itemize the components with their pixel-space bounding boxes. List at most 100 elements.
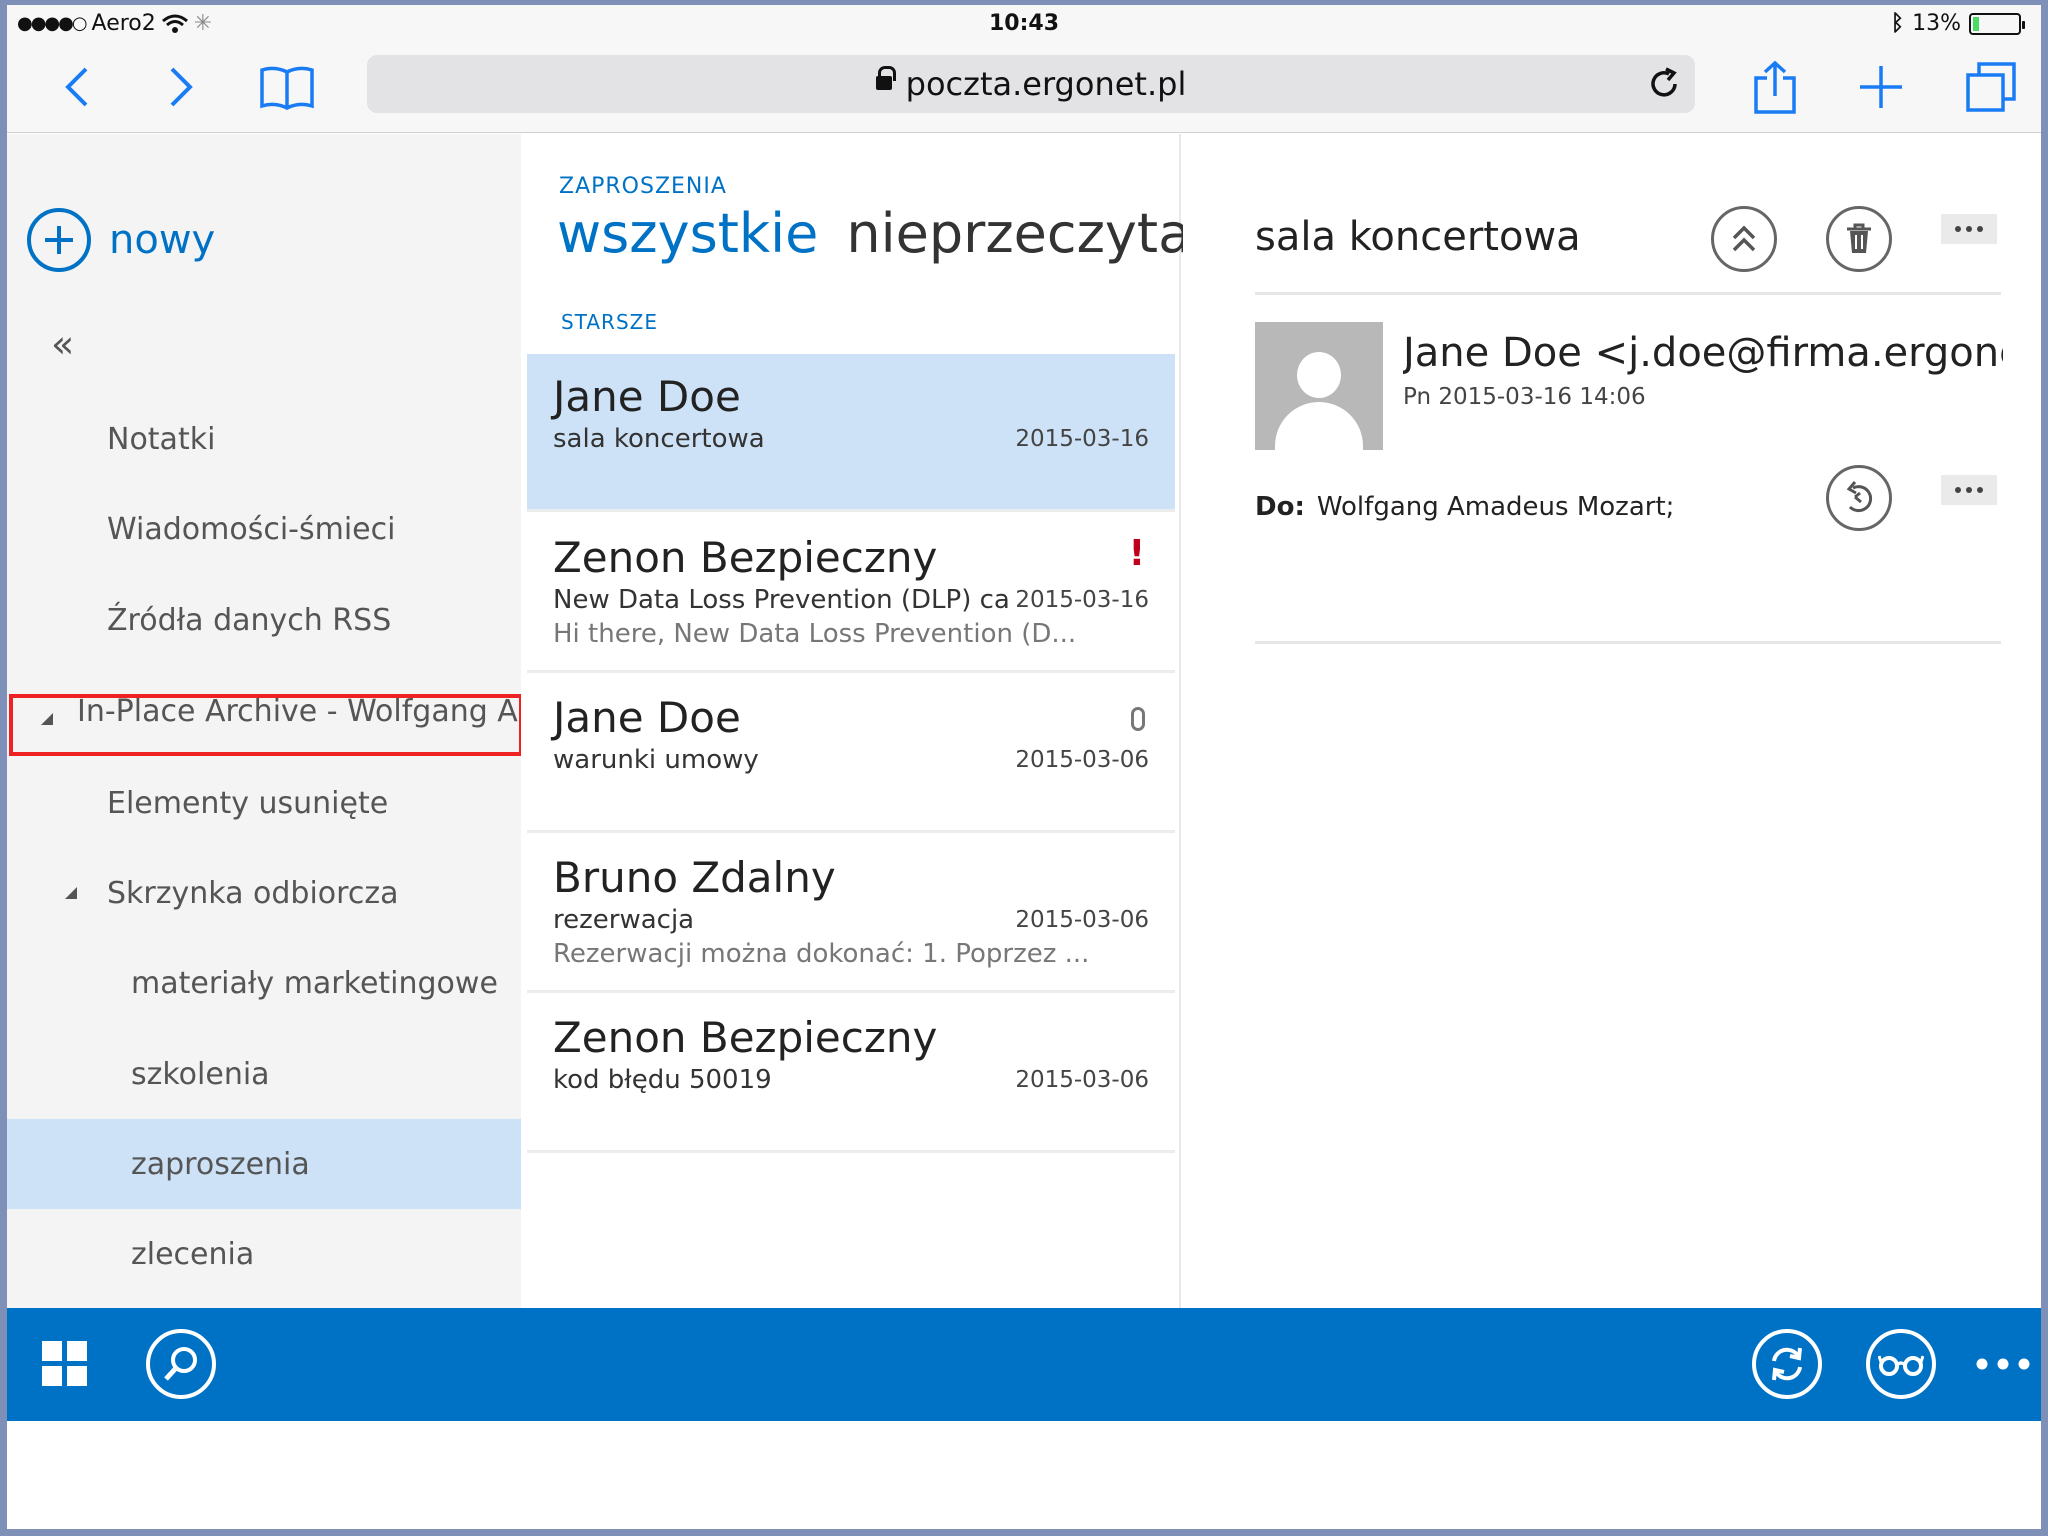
list-item[interactable]: Jane Doe sala koncertowa 2015-03-16 [527,354,1175,512]
collapse-pane-button[interactable]: « [51,322,74,366]
delete-button[interactable] [1826,206,1892,272]
list-item[interactable]: Bruno Zdalny rezerwacja 2015-03-06 Rezer… [527,835,1175,993]
message-list: ZAPROSZENIA wszystkie nieprzeczytane STAR… [521,134,1259,1421]
email-sender[interactable]: Jane Doe <j.doe@firma.ergonet.pl> [1403,330,2003,376]
list-item[interactable]: Jane Doe warunki umowy 2015-03-06 [527,675,1175,833]
new-mail-button[interactable]: nowy [27,208,215,272]
more-reply-actions-button[interactable] [1941,475,1997,505]
sender-avatar [1255,322,1383,450]
message-subject: New Data Loss Prevention (DLP) ca [553,585,1010,615]
new-mail-label: nowy [109,217,216,263]
browser-toolbar: poczta.ergonet.pl [7,43,2041,133]
message-sender: Zenon Bezpieczny [553,1013,938,1062]
folder-label: In-Place Archive - Wolfgang Amadeus Moza… [77,693,521,729]
folder-label: materiały marketingowe [131,965,498,1001]
dot [1955,487,1961,493]
avatar-body [1275,402,1363,450]
folder-junk[interactable]: Wiadomości-śmieci [7,484,521,574]
bluetooth-icon: ᛒ [1890,11,1905,36]
folder-label: Źródła danych RSS [107,602,392,638]
reply-icon [1846,481,1873,513]
reply-button[interactable] [1826,465,1892,531]
battery-icon [1969,12,2025,35]
message-subject: kod błędu 50019 [553,1065,772,1095]
sync-button-ring [1752,1329,1822,1399]
recipients-row: Do: Wolfgang Amadeus Mozart; [1255,492,1674,522]
share-button[interactable] [1747,59,1803,115]
url-text: poczta.ergonet.pl [905,65,1187,103]
folder-deleted[interactable]: Elementy usunięte [7,758,521,848]
plus-icon [1860,66,1902,108]
folder-label: zaproszenia [131,1146,310,1182]
divider [1255,641,2001,644]
email-sent-date: Pn 2015-03-16 14:06 [1403,384,1646,410]
message-date: 2015-03-16 [1015,587,1149,613]
folder-zlecenia[interactable]: zlecenia [7,1209,521,1299]
folder-archive[interactable]: In-Place Archive - Wolfgang Amadeus Moza… [7,680,521,742]
dot [1966,226,1972,232]
message-sender: Bruno Zdalny [553,853,836,902]
app-bottom-bar [7,1308,2041,1421]
folder-label: zlecenia [131,1236,255,1272]
address-bar[interactable]: poczta.ergonet.pl [367,55,1695,113]
dot [1977,226,1983,232]
status-bar: ●●●●○ Aero2 ✳ 10:43 ᛒ 13% [7,5,2041,43]
reading-button-ring [1866,1329,1936,1399]
filter-all[interactable]: wszystkie [557,202,818,265]
avatar-head [1297,352,1341,398]
list-item[interactable]: Zenon Bezpieczny ! New Data Loss Prevent… [527,515,1175,673]
group-header: STARSZE [561,310,658,334]
folder-notatki[interactable]: Notatki [7,394,521,484]
sync-button[interactable] [1751,1328,1823,1400]
forward-button[interactable] [153,59,209,115]
reading-pane: sala koncertowa Jane Doe <j.doe@firma.er… [1183,134,2041,1421]
folder-label: Notatki [107,421,216,457]
dot [1966,487,1972,493]
to-value[interactable]: Wolfgang Amadeus Mozart; [1317,492,1675,522]
message-preview: Hi there, New Data Loss Prevention (D... [553,619,1077,649]
tabs-button[interactable] [1963,59,2019,115]
list-item[interactable]: Zenon Bezpieczny kod błędu 50019 2015-03… [527,995,1175,1153]
message-sender: Zenon Bezpieczny [553,533,938,582]
attachment-icon [1131,707,1145,731]
message-date: 2015-03-16 [1015,426,1149,452]
expanded-triangle-icon [65,887,77,899]
reading-mode-button[interactable] [1865,1328,1937,1400]
dot [1977,487,1983,493]
folder-label: szkolenia [131,1056,270,1092]
chevron-left-icon [65,67,88,107]
divider [1255,292,2001,295]
more-app-actions-button[interactable] [1967,1328,2039,1400]
double-chevron-up-icon [1732,225,1756,252]
folder-label: Wiadomości-śmieci [107,511,396,547]
expand-conversation-button[interactable] [1711,206,1777,272]
battery-fill [1973,16,1979,31]
message-preview: Rezerwacji można dokonać: 1. Poprzez ... [553,939,1090,969]
message-subject: rezerwacja [553,905,695,935]
email-subject: sala koncertowa [1255,214,1581,260]
folder-szkolenia[interactable]: szkolenia [7,1029,521,1119]
message-date: 2015-03-06 [1015,907,1149,933]
apps-button[interactable] [29,1328,101,1400]
message-sender: Jane Doe [553,693,741,742]
message-subject: warunki umowy [553,745,759,775]
search-button[interactable] [145,1328,217,1400]
plus-circle-icon [27,208,91,272]
back-button[interactable] [49,59,105,115]
folder-inbox[interactable]: Skrzynka odbiorcza [7,848,521,938]
new-tab-button[interactable] [1853,59,1909,115]
folder-pane: nowy « Notatki Wiadomości-śmieci Źródła … [7,134,523,1421]
more-actions-button[interactable] [1941,214,1997,244]
folder-rss[interactable]: Źródła danych RSS [7,575,521,665]
message-sender: Jane Doe [553,372,741,421]
more-dots-icon [1976,1358,2030,1370]
message-date: 2015-03-06 [1015,1067,1149,1093]
to-label: Do: [1255,492,1305,522]
message-subject: sala koncertowa [553,424,765,454]
reload-icon[interactable] [1647,67,1681,101]
folder-zaproszenia[interactable]: zaproszenia [7,1119,521,1209]
bookmarks-button[interactable] [259,59,315,115]
folder-marketing[interactable]: materiały marketingowe [7,938,521,1028]
battery-percent: 13% [1912,11,1961,36]
grid-icon [42,1341,87,1386]
